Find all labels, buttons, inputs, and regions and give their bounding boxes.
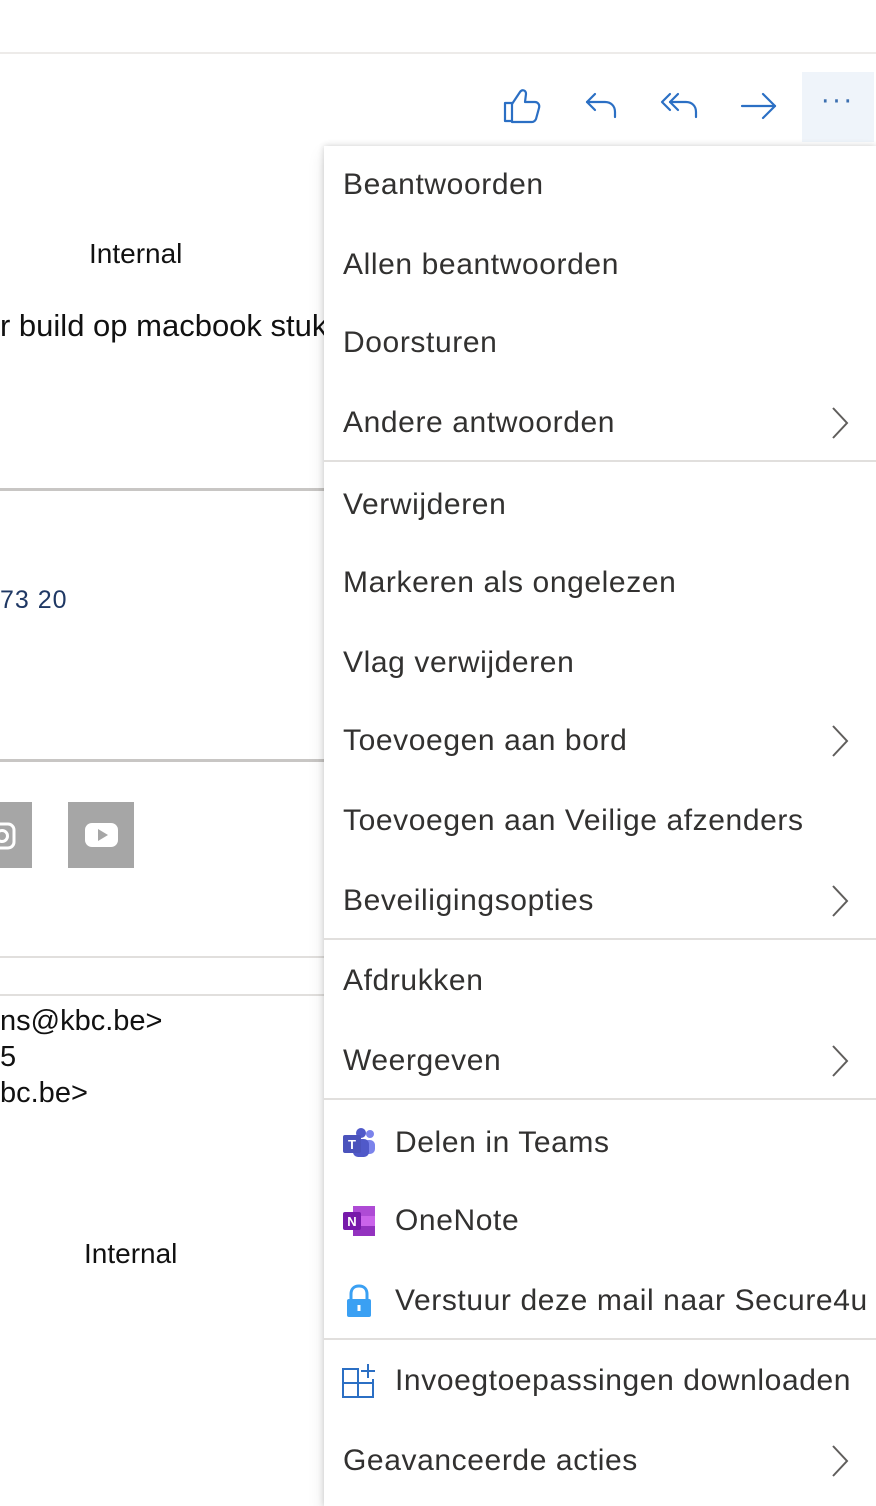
menu-separator: [324, 1098, 876, 1100]
more-actions-menu: Beantwoorden Allen beantwoorden Doorstur…: [324, 146, 876, 1506]
menu-item-weergeven[interactable]: Weergeven: [324, 1022, 876, 1100]
menu-item-label: Geavanceerde acties: [343, 1444, 638, 1477]
menu-item-doorsturen[interactable]: Doorsturen: [324, 304, 876, 382]
classification-label-bottom: Internal: [84, 1238, 178, 1269]
menu-item-secure4u[interactable]: Verstuur deze mail naar Secure4u: [324, 1262, 876, 1340]
signature-divider: [0, 488, 324, 491]
menu-item-andere-antwoorden[interactable]: Andere antwoorden: [324, 384, 876, 462]
reply-button[interactable]: [569, 74, 633, 138]
from-address: ns@kbc.be>: [0, 1005, 163, 1037]
signature-divider-2: [0, 759, 324, 762]
menu-item-toevoegen-aan-bord[interactable]: Toevoegen aan bord: [324, 702, 876, 780]
menu-separator: [324, 938, 876, 940]
reply-all-icon: [660, 92, 698, 119]
svg-text:T: T: [348, 1137, 356, 1152]
instagram-link[interactable]: [0, 802, 32, 868]
menu-item-label: Vlag verwijderen: [343, 646, 575, 679]
like-button[interactable]: [490, 74, 554, 138]
menu-item-label: OneNote: [395, 1204, 520, 1237]
menu-item-label: Delen in Teams: [395, 1126, 610, 1159]
menu-item-vlag-verwijderen[interactable]: Vlag verwijderen: [324, 624, 876, 702]
menu-item-label: Beantwoorden: [343, 168, 544, 201]
menu-item-onenote[interactable]: N OneNote: [324, 1182, 876, 1260]
youtube-link[interactable]: [68, 802, 134, 868]
sent-fragment: 5: [0, 1041, 17, 1073]
menu-separator: [324, 1338, 876, 1340]
menu-item-label: Invoegtoepassingen downloaden: [395, 1364, 852, 1397]
menu-item-beantwoorden[interactable]: Beantwoorden: [324, 146, 876, 224]
menu-item-label: Verstuur deze mail naar Secure4u: [395, 1284, 868, 1317]
onenote-icon: N: [343, 1206, 375, 1236]
reply-all-button[interactable]: [648, 74, 712, 138]
menu-item-label: Doorsturen: [343, 326, 498, 359]
chevron-right-icon: [832, 407, 849, 439]
forward-icon: [740, 92, 777, 120]
menu-item-label: Afdrukken: [343, 964, 484, 997]
menu-separator: [324, 460, 876, 462]
menu-item-label: Beveiligingsopties: [343, 884, 594, 917]
menu-item-label: Markeren als ongelezen: [343, 566, 677, 599]
menu-item-geavanceerde-acties[interactable]: Geavanceerde acties: [324, 1422, 876, 1500]
thumbs-up-icon: [503, 89, 541, 124]
menu-item-label: Andere antwoorden: [343, 406, 616, 439]
menu-item-label: Verwijderen: [343, 488, 507, 521]
menu-item-afdrukken[interactable]: Afdrukken: [324, 942, 876, 1020]
menu-item-verwijderen[interactable]: Verwijderen: [324, 466, 876, 544]
menu-item-label: Allen beantwoorden: [343, 248, 619, 281]
teams-icon: T: [343, 1128, 375, 1157]
reply-divider: [0, 956, 324, 958]
phone-number[interactable]: 73 20: [0, 586, 68, 615]
menu-item-allen-beantwoorden[interactable]: Allen beantwoorden: [324, 226, 876, 304]
menu-item-delen-in-teams[interactable]: T Delen in Teams: [324, 1104, 876, 1182]
to-address: bc.be>: [0, 1077, 88, 1109]
chevron-right-icon: [832, 725, 849, 757]
top-divider: [0, 52, 876, 54]
more-icon: ···: [821, 87, 855, 117]
add-ins-icon: [342, 1363, 377, 1398]
menu-item-veilige-afzenders[interactable]: Toevoegen aan Veilige afzenders: [324, 782, 876, 860]
reply-header-divider: [0, 994, 324, 996]
forward-button[interactable]: [727, 74, 791, 138]
classification-label: Internal: [89, 238, 183, 269]
menu-item-beveiligingsopties[interactable]: Beveiligingsopties: [324, 862, 876, 940]
email-body-line: r build op macbook stuk: [0, 308, 328, 343]
menu-item-invoegtoepassingen[interactable]: Invoegtoepassingen downloaden: [324, 1342, 876, 1420]
chevron-right-icon: [832, 1445, 849, 1477]
lock-icon: [347, 1284, 371, 1317]
chevron-right-icon: [832, 1045, 849, 1077]
reply-icon: [585, 92, 617, 119]
chevron-right-icon: [832, 885, 849, 917]
menu-item-label: Weergeven: [343, 1044, 502, 1077]
more-actions-button[interactable]: ···: [802, 72, 874, 142]
instagram-icon: [0, 822, 16, 850]
menu-item-label: Toevoegen aan bord: [343, 724, 628, 757]
youtube-icon: [85, 823, 118, 847]
svg-text:N: N: [347, 1214, 356, 1229]
menu-item-markeren-als-ongelezen[interactable]: Markeren als ongelezen: [324, 544, 876, 622]
menu-item-label: Toevoegen aan Veilige afzenders: [343, 804, 804, 837]
